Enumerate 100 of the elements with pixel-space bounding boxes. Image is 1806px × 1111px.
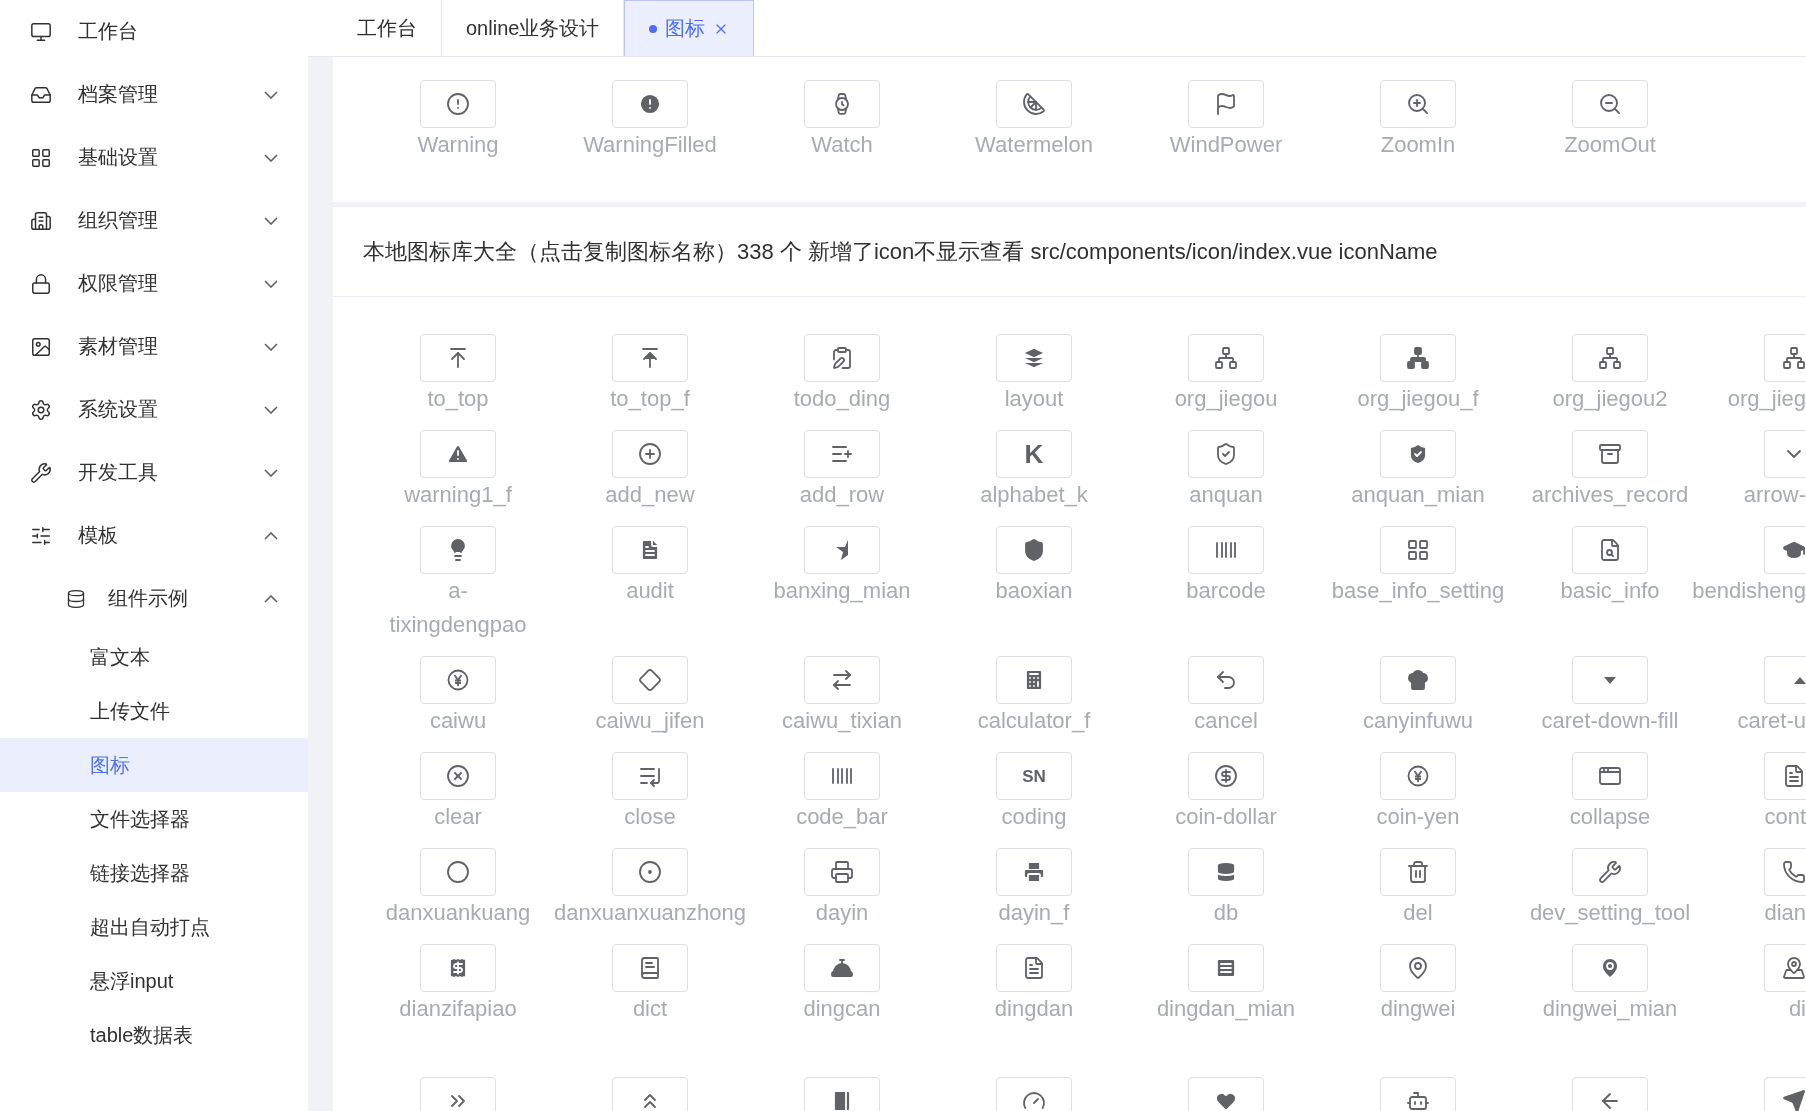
icon-tile[interactable]: [1188, 80, 1264, 128]
icon-tile[interactable]: SN: [996, 752, 1072, 800]
icon-tile[interactable]: [1380, 848, 1456, 896]
icon-tile[interactable]: [1188, 526, 1264, 574]
document-icon: [1022, 956, 1046, 980]
icon-name: ZoomOut: [1564, 131, 1656, 159]
icon-tile[interactable]: [1764, 334, 1806, 382]
icon-tile[interactable]: [612, 1077, 688, 1111]
icon-name: WindPower: [1169, 131, 1283, 159]
icon-tile[interactable]: [1764, 656, 1806, 704]
half-star-icon: [836, 540, 848, 560]
menu-item[interactable]: 图标: [0, 738, 308, 792]
icon-tile[interactable]: [1380, 526, 1456, 574]
icon-tile[interactable]: [1764, 1077, 1806, 1111]
wrench-icon: [1598, 860, 1622, 884]
undo-icon: [1214, 668, 1238, 692]
icon-tile[interactable]: [612, 848, 688, 896]
icon-tile[interactable]: [1380, 752, 1456, 800]
icon-name: dev_setting_tool: [1529, 899, 1691, 927]
hierarchy-icon: [1598, 346, 1622, 370]
icon-tile[interactable]: [996, 334, 1072, 382]
icon-tile[interactable]: [804, 1077, 880, 1111]
icon-name: dian: [1764, 899, 1806, 927]
phone-icon: [1782, 860, 1806, 884]
icon-tile[interactable]: [420, 80, 496, 128]
icon-tile[interactable]: [1572, 848, 1648, 896]
icon-tile[interactable]: [1380, 334, 1456, 382]
image-icon: [30, 335, 52, 358]
icon-tile[interactable]: [1764, 430, 1806, 478]
icon-tile[interactable]: [1572, 430, 1648, 478]
icon-tile[interactable]: [612, 752, 688, 800]
icon-tile[interactable]: [612, 526, 688, 574]
book-icon: [638, 956, 662, 980]
icon-tile[interactable]: [1188, 944, 1264, 992]
icon-tile[interactable]: [1764, 752, 1806, 800]
icon-name: del: [1403, 899, 1433, 927]
icon-tile[interactable]: [996, 944, 1072, 992]
tab[interactable]: 工作台: [333, 0, 442, 56]
icon-tile[interactable]: [996, 80, 1072, 128]
icon-tile[interactable]: [1572, 752, 1648, 800]
icon-tile[interactable]: [804, 752, 880, 800]
icon-tile[interactable]: [420, 848, 496, 896]
icon-name: caiwu_tixian: [782, 707, 902, 735]
icon-tile[interactable]: [804, 526, 880, 574]
icon-tile[interactable]: [996, 1077, 1072, 1111]
icon-tile[interactable]: [612, 334, 688, 382]
icon-tile[interactable]: [420, 526, 496, 574]
icon-tile[interactable]: [996, 526, 1072, 574]
icon-tile[interactable]: [804, 944, 880, 992]
icon-tile[interactable]: [804, 656, 880, 704]
icon-tile[interactable]: [1188, 430, 1264, 478]
icon-tile[interactable]: [1572, 944, 1648, 992]
flag-icon: [1214, 92, 1238, 116]
icon-tile[interactable]: [996, 848, 1072, 896]
icon-tile[interactable]: [1188, 656, 1264, 704]
icon-tile[interactable]: [1380, 944, 1456, 992]
icon-tile[interactable]: [612, 80, 688, 128]
icon-tile[interactable]: [804, 430, 880, 478]
icon-tile[interactable]: [612, 656, 688, 704]
icon-tile[interactable]: [1572, 526, 1648, 574]
icon-tile[interactable]: [804, 848, 880, 896]
icon-tile[interactable]: [1572, 80, 1648, 128]
icon-tile[interactable]: [1188, 848, 1264, 896]
icon-tile[interactable]: [1572, 334, 1648, 382]
icon-tile[interactable]: [1764, 848, 1806, 896]
icon-tile[interactable]: K: [996, 430, 1072, 478]
icon-name: dingdan: [994, 995, 1074, 1023]
shield-check-icon: [1214, 442, 1238, 466]
icon-tile[interactable]: [1380, 1077, 1456, 1111]
icon-tile[interactable]: [612, 944, 688, 992]
monitor-icon: [30, 20, 52, 43]
icon-tile[interactable]: [420, 944, 496, 992]
icon-tile[interactable]: [1572, 1077, 1648, 1111]
icon-tile[interactable]: [1188, 1077, 1264, 1111]
icon-tile[interactable]: [1380, 656, 1456, 704]
icon-name: Watch: [811, 131, 873, 159]
icon-tile[interactable]: [804, 80, 880, 128]
file-search-icon: [1598, 538, 1622, 562]
active-dot-icon: [649, 24, 658, 33]
icon-tile[interactable]: [996, 656, 1072, 704]
icon-tile[interactable]: [420, 1077, 496, 1111]
tab[interactable]: 图标: [624, 0, 755, 56]
icon-tile[interactable]: [1764, 944, 1806, 992]
database-icon: [1214, 860, 1238, 884]
icon-tile[interactable]: [612, 430, 688, 478]
icon-tile[interactable]: [1380, 430, 1456, 478]
icon-tile[interactable]: [804, 334, 880, 382]
chevron-up-icon: [264, 594, 278, 603]
icon-name: Warning: [417, 131, 499, 159]
icon-tile[interactable]: [420, 656, 496, 704]
icon-tile[interactable]: [420, 430, 496, 478]
icon-tile[interactable]: [420, 334, 496, 382]
icon-tile[interactable]: [1380, 80, 1456, 128]
icon-tile[interactable]: [420, 752, 496, 800]
chevron-down-icon: [264, 342, 278, 351]
icon-tile[interactable]: [1764, 526, 1806, 574]
icon-tile[interactable]: [1188, 334, 1264, 382]
add-circle-icon: [638, 442, 662, 466]
icon-tile[interactable]: [1188, 752, 1264, 800]
icon-tile[interactable]: [1572, 656, 1648, 704]
